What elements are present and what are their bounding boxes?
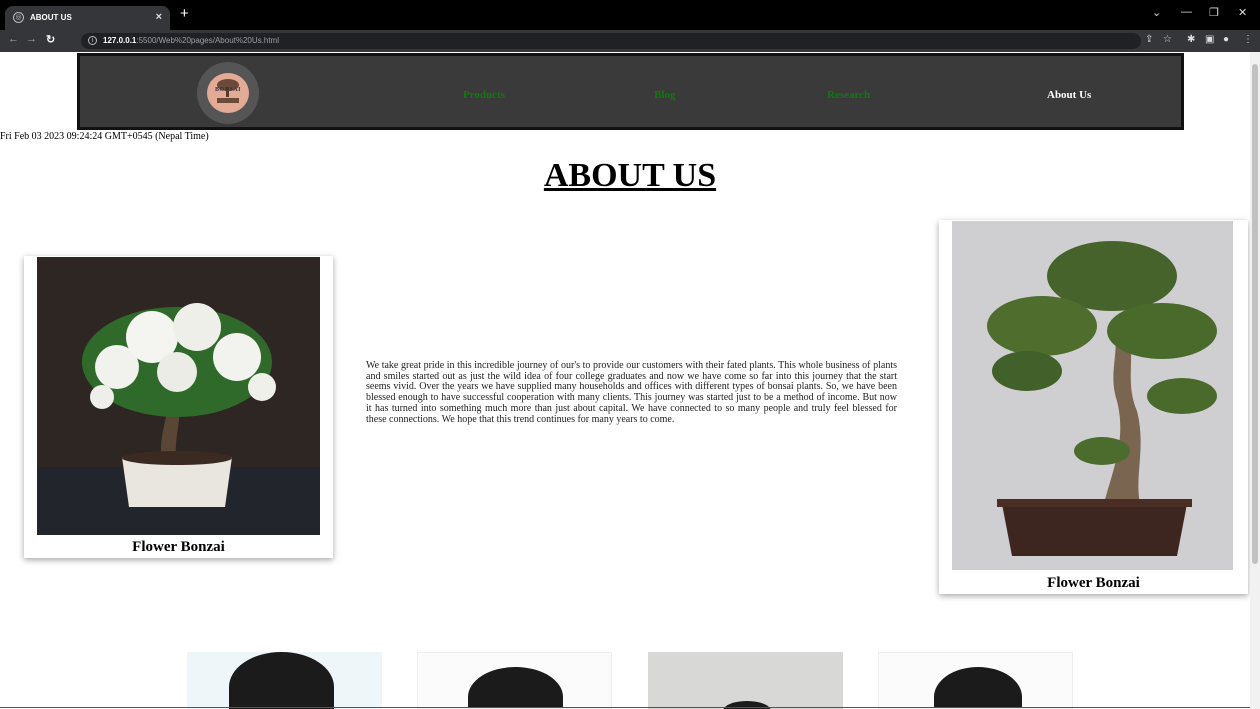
team-member-hair [934,667,1022,708]
team-member-hair [468,667,563,708]
flower-bonsai-image [37,257,320,535]
bonsai-logo[interactable]: BONSAI [197,62,259,124]
minimize-icon[interactable]: — [1181,6,1192,18]
page-title: ABOUT US [543,157,717,194]
logo-text: BONSAI [214,87,241,93]
team-member-hair [229,652,334,709]
url-text: 127.0.0.1:5500/Web%20pages/About%20Us.ht… [103,36,279,45]
restore-icon[interactable]: ❐ [1209,6,1219,19]
share-icon[interactable]: ⇪ [1145,34,1153,45]
nav-research[interactable]: Research [827,89,870,101]
team-photo-2 [417,652,612,709]
extensions-icon[interactable]: ✱ [1187,34,1195,45]
current-datetime: Fri Feb 03 2023 09:24:24 GMT+0545 (Nepal… [0,131,209,142]
juniper-bonsai-image [952,221,1233,570]
team-photo-3 [648,652,843,709]
site-navbar: BONSAI Products Blog Research About Us [77,53,1184,130]
back-icon[interactable]: ← [8,33,19,45]
close-window-icon[interactable]: ✕ [1238,6,1247,19]
reload-icon[interactable]: ↻ [46,33,55,46]
team-photo-1 [187,652,382,709]
globe-icon: ◎ [13,12,24,23]
left-bonsai-card: Flower Bonzai [24,256,333,558]
site-info-icon[interactable]: i [88,36,97,45]
right-image-caption: Flower Bonzai [1047,575,1140,591]
side-panel-icon[interactable]: ▣ [1205,34,1214,45]
profile-icon[interactable]: ● [1223,34,1229,45]
left-image-caption: Flower Bonzai [132,539,225,555]
browser-tab-bar: ◎ ABOUT US × + ⌄ — ❐ ✕ [0,0,1260,30]
menu-icon[interactable]: ⋮ [1243,34,1253,45]
tab-close-icon[interactable]: × [156,11,162,23]
forward-icon[interactable]: → [26,33,37,45]
about-paragraph: We take great pride in this incredible j… [366,360,897,425]
vertical-scrollbar[interactable] [1250,52,1260,709]
browser-tab[interactable]: ◎ ABOUT US × [5,6,170,30]
right-bonsai-card: Flower Bonzai [939,220,1248,594]
url-field[interactable]: i 127.0.0.1:5500/Web%20pages/About%20Us.… [81,33,1141,49]
team-photo-4 [878,652,1073,709]
nav-products[interactable]: Products [463,89,505,101]
nav-blog[interactable]: Blog [654,89,675,101]
bookmark-star-icon[interactable]: ☆ [1163,34,1172,45]
address-bar-row: ← → ↻ i 127.0.0.1:5500/Web%20pages/About… [0,30,1260,52]
new-tab-button[interactable]: + [180,6,189,21]
nav-about-us[interactable]: About Us [1047,89,1091,101]
page-bottom-border [0,707,1250,708]
tab-search-icon[interactable]: ⌄ [1152,6,1161,19]
bonsai-tree-icon [217,79,239,103]
url-host: 127.0.0.1 [103,36,137,45]
tab-title: ABOUT US [30,13,72,22]
url-path: :5500/Web%20pages/About%20Us.html [136,36,279,45]
logo-emblem: BONSAI [207,73,249,113]
scrollbar-thumb[interactable] [1252,64,1258,564]
